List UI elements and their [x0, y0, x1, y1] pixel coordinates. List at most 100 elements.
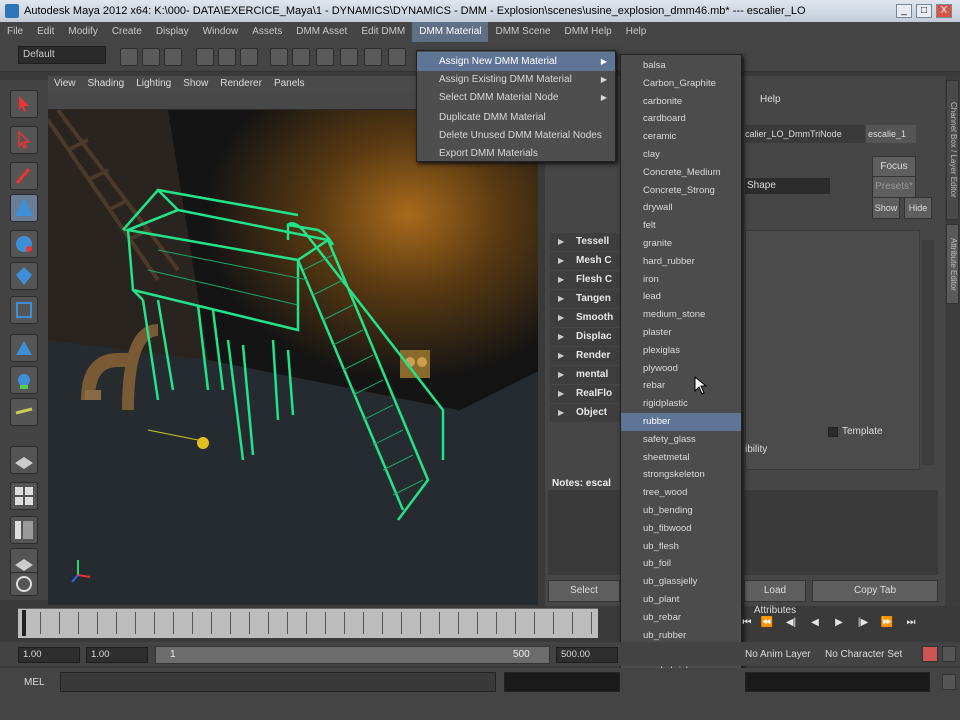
- section-tessellation[interactable]: Tessell: [550, 233, 620, 251]
- tab-attribute-editor[interactable]: Attribute Editor: [946, 224, 959, 304]
- command-input[interactable]: [60, 672, 496, 692]
- perspective-viewport[interactable]: [48, 110, 538, 605]
- menu-create[interactable]: Create: [105, 22, 149, 42]
- template-checkbox[interactable]: [828, 427, 838, 437]
- section-realflow[interactable]: RealFlo: [550, 385, 620, 403]
- notes-field-right[interactable]: [744, 490, 938, 575]
- minimize-button[interactable]: _: [896, 4, 912, 18]
- section-displacement[interactable]: Displac: [550, 328, 620, 346]
- viewport-menu-panels[interactable]: Panels: [268, 76, 311, 92]
- load-attributes-button[interactable]: Load Attributes: [744, 580, 806, 616]
- persp-outliner-layout-icon[interactable]: [10, 516, 38, 544]
- menu-edit[interactable]: Edit: [30, 22, 61, 42]
- select-component-icon[interactable]: [240, 48, 258, 66]
- focus-button[interactable]: Focus: [872, 156, 916, 178]
- material-item-plywood[interactable]: plywood: [621, 360, 741, 378]
- material-item-ub-flesh[interactable]: ub_flesh: [621, 538, 741, 556]
- material-item-ub-plant[interactable]: ub_plant: [621, 591, 741, 609]
- close-button[interactable]: X: [936, 4, 952, 18]
- menu-display[interactable]: Display: [149, 22, 196, 42]
- mel-label[interactable]: MEL: [24, 677, 45, 688]
- material-item-ub-bending[interactable]: ub_bending: [621, 502, 741, 520]
- attr-node-tab[interactable]: escalie_1: [866, 125, 916, 143]
- menu-help[interactable]: Help: [619, 22, 654, 42]
- render-icon[interactable]: [364, 48, 382, 66]
- material-item-safety-glass[interactable]: safety_glass: [621, 431, 741, 449]
- material-item-rubber[interactable]: rubber: [621, 413, 741, 431]
- snap-point-icon[interactable]: [316, 48, 334, 66]
- material-item-felt[interactable]: felt: [621, 217, 741, 235]
- tab-channel-box[interactable]: Channel Box / Layer Editor: [946, 80, 959, 220]
- section-mental-ray[interactable]: mental: [550, 366, 620, 384]
- attr-help-menu[interactable]: Help: [760, 94, 781, 105]
- go-to-end-button[interactable]: ⏭: [902, 614, 920, 632]
- menu-file[interactable]: File: [0, 22, 30, 42]
- soft-mod-icon[interactable]: [10, 334, 38, 362]
- material-item-plaster[interactable]: plaster: [621, 324, 741, 342]
- menu-assets[interactable]: Assets: [245, 22, 289, 42]
- material-item-tree-wood[interactable]: tree_wood: [621, 484, 741, 502]
- copy-tab-button[interactable]: Copy Tab: [812, 580, 938, 602]
- menu-item-select-dmm-material-node[interactable]: Select DMM Material Node ▶: [417, 88, 615, 107]
- section-render-stats[interactable]: Render: [550, 347, 620, 365]
- four-view-layout-icon[interactable]: [10, 482, 38, 510]
- save-scene-icon[interactable]: [164, 48, 182, 66]
- material-item-medium-stone[interactable]: medium_stone: [621, 306, 741, 324]
- material-item-concrete-strong[interactable]: Concrete_Strong: [621, 182, 741, 200]
- snap-curve-icon[interactable]: [292, 48, 310, 66]
- preferences-icon[interactable]: [942, 646, 956, 662]
- material-item-carbonite[interactable]: carbonite: [621, 93, 741, 111]
- menu-dmm-help[interactable]: DMM Help: [558, 22, 619, 42]
- single-perspective-layout-icon[interactable]: [10, 446, 38, 474]
- hide-button[interactable]: Hide: [904, 197, 932, 219]
- viewport-menu-lighting[interactable]: Lighting: [130, 76, 177, 92]
- material-item-granite[interactable]: granite: [621, 235, 741, 253]
- menu-item-delete-unused-dmm-nodes[interactable]: Delete Unused DMM Material Nodes: [417, 126, 615, 145]
- material-item-strongskeleton[interactable]: strongskeleton: [621, 466, 741, 484]
- section-mesh-component[interactable]: Mesh C: [550, 252, 620, 270]
- open-scene-icon[interactable]: [142, 48, 160, 66]
- character-set-dropdown[interactable]: No Character Set: [825, 649, 902, 660]
- material-item-ub-fibwood[interactable]: ub_fibwood: [621, 520, 741, 538]
- select-object-icon[interactable]: [218, 48, 236, 66]
- node-type-field[interactable]: Shape: [745, 178, 830, 194]
- snap-grid-icon[interactable]: [270, 48, 288, 66]
- menu-modify[interactable]: Modify: [61, 22, 104, 42]
- material-item-carbon-graphite[interactable]: Carbon_Graphite: [621, 75, 741, 93]
- select-tool-icon[interactable]: [10, 90, 38, 118]
- light-locator[interactable]: [197, 437, 209, 449]
- viewport-menu-shading[interactable]: Shading: [82, 76, 131, 92]
- ipr-render-icon[interactable]: [388, 48, 406, 66]
- step-forward-frame-button[interactable]: |▶: [854, 614, 872, 632]
- material-item-ub-glassjelly[interactable]: ub_glassjelly: [621, 573, 741, 591]
- select-hierarchy-icon[interactable]: [196, 48, 214, 66]
- material-item-balsa[interactable]: balsa: [621, 57, 741, 75]
- section-object-display[interactable]: Object: [550, 404, 620, 422]
- material-item-clay[interactable]: clay: [621, 146, 741, 164]
- menu-edit-dmm[interactable]: Edit DMM: [354, 22, 412, 42]
- scale-tool-icon[interactable]: [10, 262, 38, 290]
- menu-dmm-scene[interactable]: DMM Scene: [488, 22, 557, 42]
- material-item-ceramic[interactable]: ceramic: [621, 128, 741, 146]
- range-slider[interactable]: [155, 646, 550, 664]
- attr-node-name-field[interactable]: calier_LO_DmmTriNode: [745, 125, 865, 143]
- menu-item-assign-existing-dmm-material[interactable]: Assign Existing DMM Material ▶: [417, 70, 615, 89]
- presets-button[interactable]: Presets*: [872, 176, 916, 198]
- material-item-ub-foil[interactable]: ub_foil: [621, 555, 741, 573]
- playback-start-field[interactable]: 1.00: [86, 647, 148, 663]
- attr-scrollbar[interactable]: [922, 240, 934, 465]
- material-item-hard-rubber[interactable]: hard_rubber: [621, 253, 741, 271]
- last-tool-icon[interactable]: [10, 398, 38, 426]
- material-item-iron[interactable]: iron: [621, 271, 741, 289]
- lasso-tool-icon[interactable]: [10, 126, 38, 154]
- material-item-cardboard[interactable]: cardboard: [621, 110, 741, 128]
- menu-item-assign-new-dmm-material[interactable]: Assign New DMM Material ▶: [417, 52, 615, 71]
- material-item-drywall[interactable]: drywall: [621, 199, 741, 217]
- viewport-menu-view[interactable]: View: [48, 76, 82, 92]
- step-back-key-button[interactable]: ⏪: [758, 614, 776, 632]
- material-item-plexiglas[interactable]: plexiglas: [621, 342, 741, 360]
- current-time-marker[interactable]: [22, 610, 26, 636]
- viewport-menu-renderer[interactable]: Renderer: [214, 76, 268, 92]
- snap-plane-icon[interactable]: [340, 48, 358, 66]
- anim-layer-dropdown[interactable]: No Anim Layer: [745, 649, 811, 660]
